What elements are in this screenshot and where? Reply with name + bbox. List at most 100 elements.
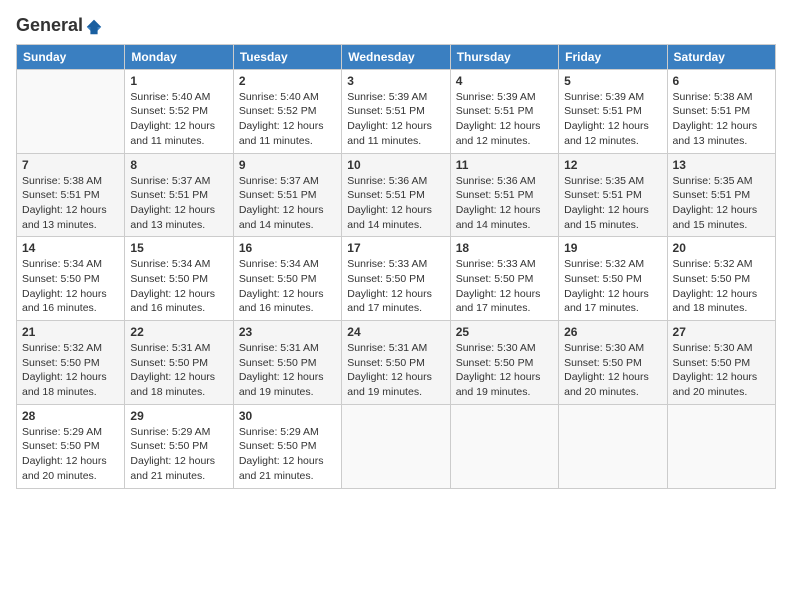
sunrise-text: Sunrise: 5:38 AM <box>22 174 119 189</box>
sunset-text: Sunset: 5:52 PM <box>130 104 227 119</box>
logo-text: General <box>16 16 103 36</box>
day-number: 1 <box>130 74 227 88</box>
sunrise-text: Sunrise: 5:32 AM <box>673 257 770 272</box>
sunset-text: Sunset: 5:50 PM <box>239 272 336 287</box>
sunset-text: Sunset: 5:50 PM <box>130 272 227 287</box>
sunrise-text: Sunrise: 5:39 AM <box>347 90 444 105</box>
daylight-text: Daylight: 12 hours and 19 minutes. <box>456 370 553 399</box>
day-of-week-header: Saturday <box>667 44 775 69</box>
daylight-text: Daylight: 12 hours and 17 minutes. <box>347 287 444 316</box>
sunrise-text: Sunrise: 5:34 AM <box>239 257 336 272</box>
sunset-text: Sunset: 5:50 PM <box>347 356 444 371</box>
sunrise-text: Sunrise: 5:40 AM <box>239 90 336 105</box>
calendar-cell: 15 Sunrise: 5:34 AM Sunset: 5:50 PM Dayl… <box>125 237 233 321</box>
day-number: 25 <box>456 325 553 339</box>
day-number: 30 <box>239 409 336 423</box>
daylight-text: Daylight: 12 hours and 18 minutes. <box>130 370 227 399</box>
sunrise-text: Sunrise: 5:39 AM <box>456 90 553 105</box>
day-info: Sunrise: 5:39 AM Sunset: 5:51 PM Dayligh… <box>564 90 661 149</box>
day-of-week-header: Sunday <box>17 44 125 69</box>
calendar-week-row: 28 Sunrise: 5:29 AM Sunset: 5:50 PM Dayl… <box>17 404 776 488</box>
sunset-text: Sunset: 5:50 PM <box>564 356 661 371</box>
sunrise-text: Sunrise: 5:38 AM <box>673 90 770 105</box>
day-info: Sunrise: 5:35 AM Sunset: 5:51 PM Dayligh… <box>673 174 770 233</box>
calendar-cell <box>17 69 125 153</box>
day-info: Sunrise: 5:37 AM Sunset: 5:51 PM Dayligh… <box>130 174 227 233</box>
sunset-text: Sunset: 5:52 PM <box>239 104 336 119</box>
daylight-text: Daylight: 12 hours and 14 minutes. <box>456 203 553 232</box>
daylight-text: Daylight: 12 hours and 11 minutes. <box>347 119 444 148</box>
sunrise-text: Sunrise: 5:31 AM <box>130 341 227 356</box>
calendar-cell: 27 Sunrise: 5:30 AM Sunset: 5:50 PM Dayl… <box>667 321 775 405</box>
day-number: 2 <box>239 74 336 88</box>
sunset-text: Sunset: 5:51 PM <box>564 104 661 119</box>
sunrise-text: Sunrise: 5:30 AM <box>564 341 661 356</box>
calendar-week-row: 14 Sunrise: 5:34 AM Sunset: 5:50 PM Dayl… <box>17 237 776 321</box>
calendar-cell <box>667 404 775 488</box>
day-number: 15 <box>130 241 227 255</box>
calendar-cell: 26 Sunrise: 5:30 AM Sunset: 5:50 PM Dayl… <box>559 321 667 405</box>
sunrise-text: Sunrise: 5:29 AM <box>239 425 336 440</box>
day-info: Sunrise: 5:31 AM Sunset: 5:50 PM Dayligh… <box>347 341 444 400</box>
day-number: 18 <box>456 241 553 255</box>
day-number: 22 <box>130 325 227 339</box>
sunrise-text: Sunrise: 5:30 AM <box>673 341 770 356</box>
day-of-week-header: Thursday <box>450 44 558 69</box>
calendar-cell: 24 Sunrise: 5:31 AM Sunset: 5:50 PM Dayl… <box>342 321 450 405</box>
calendar-cell: 29 Sunrise: 5:29 AM Sunset: 5:50 PM Dayl… <box>125 404 233 488</box>
day-info: Sunrise: 5:32 AM Sunset: 5:50 PM Dayligh… <box>22 341 119 400</box>
daylight-text: Daylight: 12 hours and 19 minutes. <box>347 370 444 399</box>
calendar-cell: 17 Sunrise: 5:33 AM Sunset: 5:50 PM Dayl… <box>342 237 450 321</box>
day-info: Sunrise: 5:40 AM Sunset: 5:52 PM Dayligh… <box>239 90 336 149</box>
daylight-text: Daylight: 12 hours and 18 minutes. <box>673 287 770 316</box>
calendar-cell: 19 Sunrise: 5:32 AM Sunset: 5:50 PM Dayl… <box>559 237 667 321</box>
calendar-cell: 20 Sunrise: 5:32 AM Sunset: 5:50 PM Dayl… <box>667 237 775 321</box>
day-number: 8 <box>130 158 227 172</box>
calendar-cell <box>450 404 558 488</box>
day-info: Sunrise: 5:31 AM Sunset: 5:50 PM Dayligh… <box>239 341 336 400</box>
day-info: Sunrise: 5:33 AM Sunset: 5:50 PM Dayligh… <box>347 257 444 316</box>
calendar-week-row: 7 Sunrise: 5:38 AM Sunset: 5:51 PM Dayli… <box>17 153 776 237</box>
sunset-text: Sunset: 5:50 PM <box>673 356 770 371</box>
calendar-cell: 16 Sunrise: 5:34 AM Sunset: 5:50 PM Dayl… <box>233 237 341 321</box>
day-info: Sunrise: 5:32 AM Sunset: 5:50 PM Dayligh… <box>564 257 661 316</box>
calendar-cell: 23 Sunrise: 5:31 AM Sunset: 5:50 PM Dayl… <box>233 321 341 405</box>
daylight-text: Daylight: 12 hours and 20 minutes. <box>564 370 661 399</box>
daylight-text: Daylight: 12 hours and 16 minutes. <box>239 287 336 316</box>
calendar-cell: 25 Sunrise: 5:30 AM Sunset: 5:50 PM Dayl… <box>450 321 558 405</box>
sunset-text: Sunset: 5:50 PM <box>673 272 770 287</box>
daylight-text: Daylight: 12 hours and 17 minutes. <box>456 287 553 316</box>
sunrise-text: Sunrise: 5:32 AM <box>564 257 661 272</box>
calendar-cell: 21 Sunrise: 5:32 AM Sunset: 5:50 PM Dayl… <box>17 321 125 405</box>
calendar-cell: 3 Sunrise: 5:39 AM Sunset: 5:51 PM Dayli… <box>342 69 450 153</box>
daylight-text: Daylight: 12 hours and 13 minutes. <box>22 203 119 232</box>
calendar-cell: 6 Sunrise: 5:38 AM Sunset: 5:51 PM Dayli… <box>667 69 775 153</box>
day-of-week-header: Monday <box>125 44 233 69</box>
day-info: Sunrise: 5:40 AM Sunset: 5:52 PM Dayligh… <box>130 90 227 149</box>
sunset-text: Sunset: 5:50 PM <box>22 356 119 371</box>
day-info: Sunrise: 5:35 AM Sunset: 5:51 PM Dayligh… <box>564 174 661 233</box>
day-info: Sunrise: 5:39 AM Sunset: 5:51 PM Dayligh… <box>347 90 444 149</box>
calendar-cell: 4 Sunrise: 5:39 AM Sunset: 5:51 PM Dayli… <box>450 69 558 153</box>
day-of-week-header: Friday <box>559 44 667 69</box>
daylight-text: Daylight: 12 hours and 11 minutes. <box>239 119 336 148</box>
calendar-cell <box>342 404 450 488</box>
day-info: Sunrise: 5:39 AM Sunset: 5:51 PM Dayligh… <box>456 90 553 149</box>
sunset-text: Sunset: 5:50 PM <box>22 272 119 287</box>
daylight-text: Daylight: 12 hours and 12 minutes. <box>456 119 553 148</box>
calendar-cell: 11 Sunrise: 5:36 AM Sunset: 5:51 PM Dayl… <box>450 153 558 237</box>
sunset-text: Sunset: 5:51 PM <box>456 188 553 203</box>
calendar-cell: 5 Sunrise: 5:39 AM Sunset: 5:51 PM Dayli… <box>559 69 667 153</box>
day-number: 9 <box>239 158 336 172</box>
sunset-text: Sunset: 5:51 PM <box>239 188 336 203</box>
sunset-text: Sunset: 5:51 PM <box>456 104 553 119</box>
sunset-text: Sunset: 5:50 PM <box>130 439 227 454</box>
sunset-text: Sunset: 5:50 PM <box>347 272 444 287</box>
sunrise-text: Sunrise: 5:34 AM <box>22 257 119 272</box>
sunset-text: Sunset: 5:50 PM <box>130 356 227 371</box>
calendar-cell: 1 Sunrise: 5:40 AM Sunset: 5:52 PM Dayli… <box>125 69 233 153</box>
daylight-text: Daylight: 12 hours and 17 minutes. <box>564 287 661 316</box>
calendar-week-row: 21 Sunrise: 5:32 AM Sunset: 5:50 PM Dayl… <box>17 321 776 405</box>
sunset-text: Sunset: 5:50 PM <box>239 356 336 371</box>
logo-general: General <box>16 15 83 35</box>
